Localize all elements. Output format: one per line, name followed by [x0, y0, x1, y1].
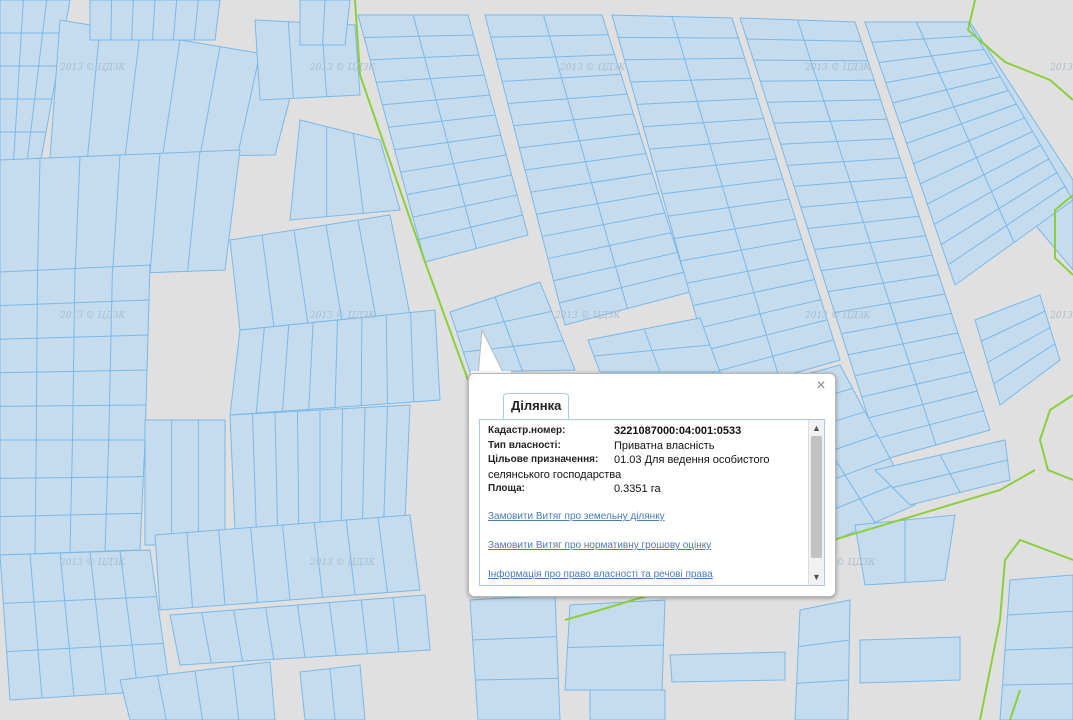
land-parcel[interactable] — [669, 651, 786, 683]
map-watermark: 2013 © ЦДЗК — [59, 311, 126, 321]
map-watermark: 2013 © ЦДЗК — [309, 63, 376, 73]
field-value: Приватна власність — [614, 439, 715, 452]
field-label: Цільове призначення: — [488, 454, 599, 465]
scroll-thumb[interactable] — [811, 436, 822, 558]
parcel-border — [360, 317, 363, 406]
field-label: Кадастр.номер: — [488, 425, 566, 436]
field-label: Тип власності: — [488, 439, 561, 451]
parcel-info-popup: × Ділянка Кадастр.номер: 3221087000:04:0… — [468, 373, 836, 597]
field-value: 01.03 Для ведення особистого — [614, 454, 770, 466]
order-parcel-extract-link[interactable]: Замовити Витяг про земельну ділянку — [488, 511, 665, 522]
scroll-down-icon[interactable]: ▼ — [809, 570, 824, 584]
popup-scrollbar[interactable]: ▲ ▼ — [808, 420, 824, 585]
scroll-up-icon[interactable]: ▲ — [809, 421, 824, 435]
order-valuation-extract-link[interactable]: Замовити Витяг про нормативну грошову оц… — [488, 540, 711, 551]
field-label: Площа: — [488, 483, 525, 494]
tab-parcel[interactable]: Ділянка — [503, 393, 570, 419]
field-value: 0.3351 га — [614, 483, 661, 495]
map-watermark: 2013 © ЦДЗК — [309, 558, 376, 568]
close-icon[interactable]: × — [813, 378, 829, 394]
map-watermark: 2013 © ЦДЗК — [1049, 63, 1073, 73]
map-watermark: 2013 © ЦДЗК — [1049, 311, 1073, 321]
ownership-info-link[interactable]: Інформація про право власності та речові… — [488, 569, 713, 580]
field-purpose-continued: селянського господарства — [488, 468, 622, 481]
map-watermark: 2013 © ЦДЗК — [309, 311, 376, 321]
map-watermark: 2013 © ЦДЗК — [59, 63, 126, 73]
field-cadastral-number: Кадастр.номер: 3221087000:04:001:0533 — [488, 424, 810, 439]
map-watermark: 2013 © ЦДЗК — [59, 558, 126, 568]
land-parcel[interactable] — [0, 149, 241, 279]
land-parcel[interactable] — [589, 689, 666, 720]
map-watermark: 2013 © ЦДЗК — [559, 63, 626, 73]
field-purpose: Цільове призначення: 01.03 Для ведення о… — [488, 453, 810, 468]
map-watermark: 2013 © ЦДЗК — [804, 63, 871, 73]
field-ownership-type: Тип власності: Приватна власність — [488, 439, 810, 454]
field-area: Площа: 0.3351 га — [488, 482, 810, 497]
cadastral-map[interactable]: 2013 © ЦДЗК 2013 © ЦДЗК 2013 © ЦДЗК 2013 © … — [0, 0, 1073, 720]
land-parcel[interactable] — [469, 594, 561, 720]
parcel-fields: Кадастр.номер: 3221087000:04:001:0533 Ти… — [488, 424, 810, 497]
map-watermark: 2013 © ЦДЗК — [554, 311, 621, 321]
field-value: 3221087000:04:001:0533 — [614, 425, 742, 437]
map-watermark: 2013 © ЦДЗК — [804, 311, 871, 321]
popup-content: Кадастр.номер: 3221087000:04:001:0533 Ти… — [479, 419, 825, 586]
land-parcel[interactable] — [859, 636, 961, 684]
land-parcel[interactable] — [144, 419, 226, 546]
land-parcel[interactable] — [794, 599, 851, 720]
